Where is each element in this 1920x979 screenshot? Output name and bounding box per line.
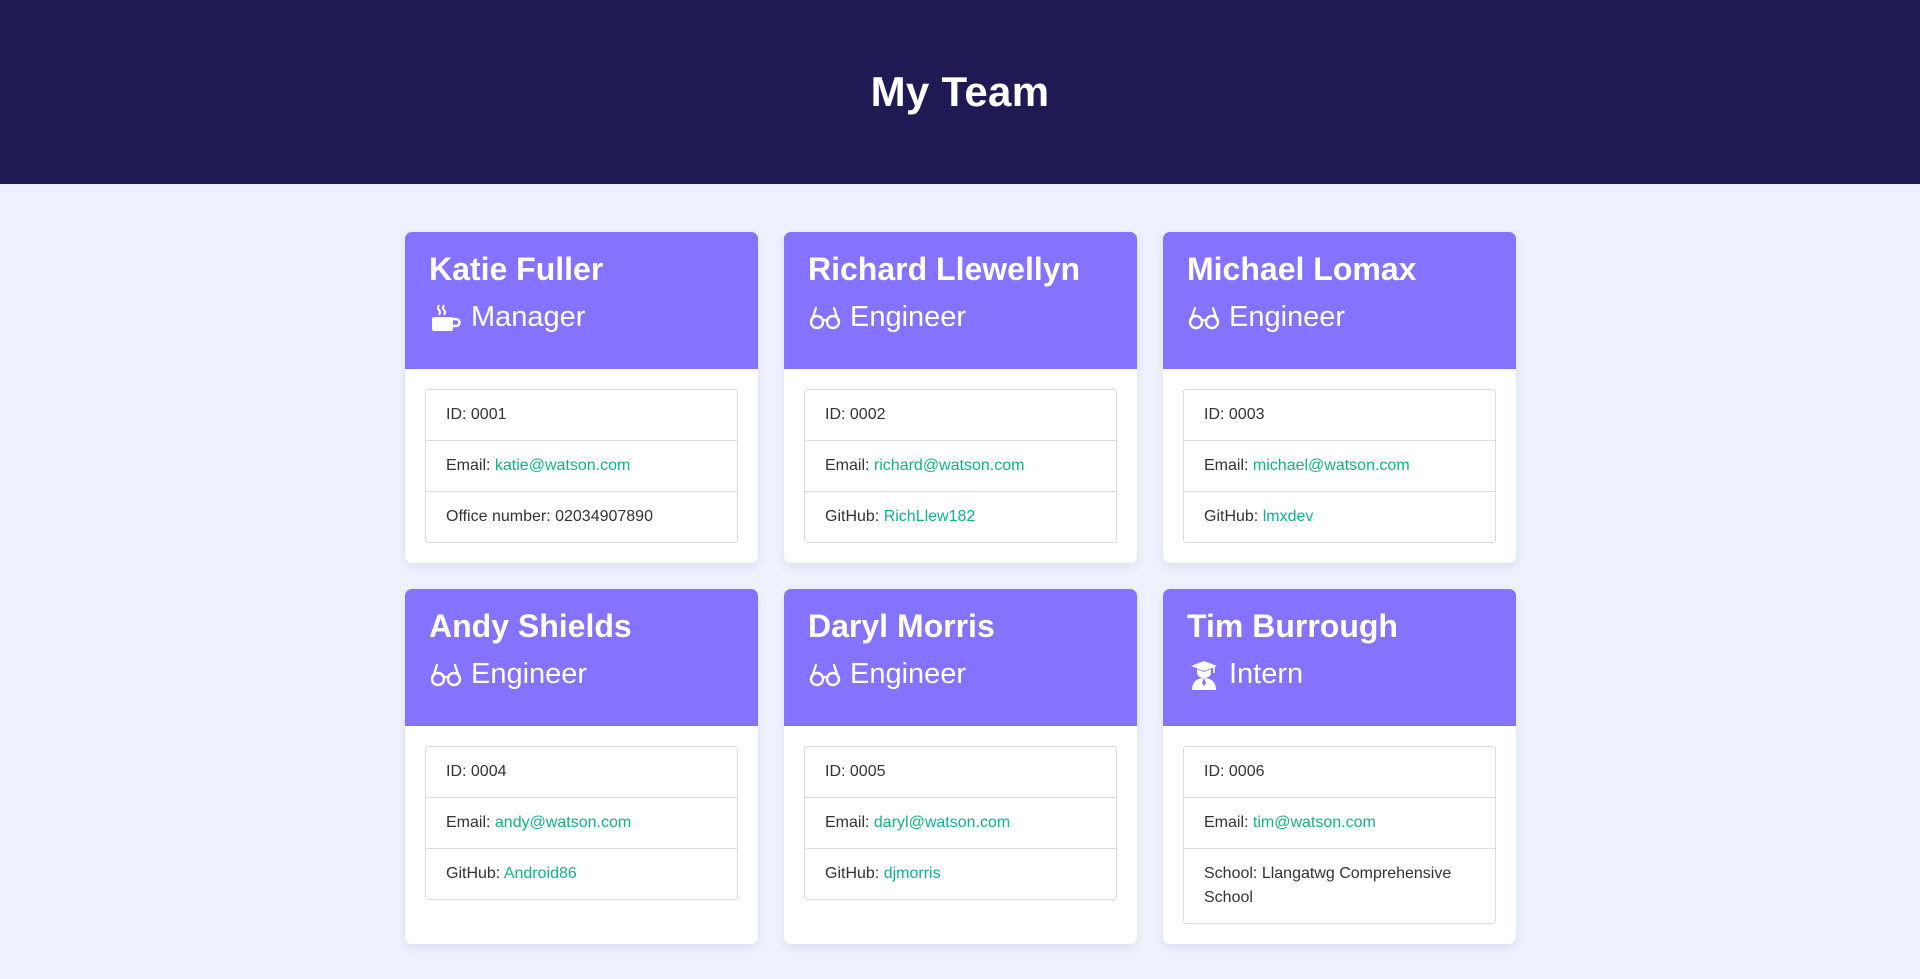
github-label: GitHub: (1204, 508, 1263, 525)
employee-card: Richard Llewellyn Engineer ID: 0002 Emai… (784, 232, 1137, 563)
email-link[interactable]: tim@watson.com (1253, 814, 1376, 831)
info-list: ID: 0001 Email: katie@watson.com Office … (425, 389, 738, 543)
employee-name: Tim Burrough (1187, 608, 1398, 644)
role-label: Manager (471, 301, 586, 334)
github-row: GitHub: Android86 (426, 848, 737, 899)
github-row: GitHub: lmxdev (1184, 491, 1495, 542)
school-label: School: (1204, 865, 1262, 882)
github-label: GitHub: (446, 865, 504, 882)
id-row: ID: 0005 (805, 747, 1116, 797)
glasses-icon (808, 303, 842, 333)
email-link[interactable]: richard@watson.com (874, 457, 1025, 474)
id-label: ID: (825, 763, 850, 780)
office-number-row: Office number: 02034907890 (426, 491, 737, 542)
employee-role: Intern (1187, 658, 1492, 691)
employee-card: Katie Fuller Manager ID: 0001 Email: kat… (405, 232, 758, 563)
github-link[interactable]: Android86 (504, 865, 577, 882)
id-value: 0004 (470, 763, 507, 780)
github-label: GitHub: (825, 508, 884, 525)
employee-card: Daryl Morris Engineer ID: 0005 Email: da… (784, 589, 1137, 944)
email-row: Email: michael@watson.com (1184, 440, 1495, 491)
employee-name: Michael Lomax (1187, 251, 1417, 287)
role-label: Engineer (850, 658, 967, 691)
email-row: Email: andy@watson.com (426, 797, 737, 848)
employee-name: Andy Shields (429, 608, 632, 644)
id-row: ID: 0001 (426, 390, 737, 440)
info-list: ID: 0004 Email: andy@watson.com GitHub: … (425, 746, 738, 900)
role-label: Engineer (471, 658, 588, 691)
employee-role: Manager (429, 301, 734, 334)
email-row: Email: tim@watson.com (1184, 797, 1495, 848)
id-label: ID: (1204, 763, 1229, 780)
role-label: Engineer (1229, 301, 1346, 334)
team-grid: Katie Fuller Manager ID: 0001 Email: kat… (405, 232, 1516, 944)
info-list: ID: 0006 Email: tim@watson.com School: L… (1183, 746, 1496, 924)
employee-role: Engineer (1187, 301, 1492, 334)
id-label: ID: (825, 406, 850, 423)
email-link[interactable]: andy@watson.com (495, 814, 631, 831)
id-value: 0002 (849, 406, 886, 423)
glasses-icon (1187, 303, 1221, 333)
card-header: Katie Fuller Manager (405, 232, 758, 369)
id-value: 0003 (1228, 406, 1265, 423)
employee-role: Engineer (429, 658, 734, 691)
email-label: Email: (825, 457, 874, 474)
email-label: Email: (825, 814, 874, 831)
employee-card: Michael Lomax Engineer ID: 0003 Email: m… (1163, 232, 1516, 563)
card-header: Tim Burrough Intern (1163, 589, 1516, 726)
email-link[interactable]: katie@watson.com (495, 457, 630, 474)
page-title: My Team (870, 68, 1050, 115)
employee-name: Richard Llewellyn (808, 251, 1081, 287)
school-row: School: Llangatwg Comprehensive School (1184, 848, 1495, 923)
employee-name: Daryl Morris (808, 608, 995, 644)
github-row: GitHub: djmorris (805, 848, 1116, 899)
card-header: Michael Lomax Engineer (1163, 232, 1516, 369)
employee-role: Engineer (808, 301, 1113, 334)
card-header: Richard Llewellyn Engineer (784, 232, 1137, 369)
id-row: ID: 0004 (426, 747, 737, 797)
employee-card: Tim Burrough Intern ID: 0006 Email: tim@… (1163, 589, 1516, 944)
role-label: Intern (1229, 658, 1304, 691)
info-list: ID: 0003 Email: michael@watson.com GitHu… (1183, 389, 1496, 543)
glasses-icon (429, 660, 463, 690)
github-row: GitHub: RichLlew182 (805, 491, 1116, 542)
info-list: ID: 0002 Email: richard@watson.com GitHu… (804, 389, 1117, 543)
id-row: ID: 0003 (1184, 390, 1495, 440)
office-number-label: Office number: (446, 508, 556, 525)
glasses-icon (808, 660, 842, 690)
id-label: ID: (446, 406, 471, 423)
coffee-mug-icon (429, 303, 463, 333)
id-value: 0001 (470, 406, 507, 423)
email-row: Email: daryl@watson.com (805, 797, 1116, 848)
role-label: Engineer (850, 301, 967, 334)
card-header: Andy Shields Engineer (405, 589, 758, 726)
id-label: ID: (446, 763, 471, 780)
email-label: Email: (446, 814, 495, 831)
github-link[interactable]: RichLlew182 (884, 508, 976, 525)
office-number-value: 02034907890 (555, 508, 653, 525)
card-header: Daryl Morris Engineer (784, 589, 1137, 726)
graduate-icon (1187, 660, 1221, 690)
id-value: 0005 (849, 763, 886, 780)
id-row: ID: 0002 (805, 390, 1116, 440)
employee-role: Engineer (808, 658, 1113, 691)
email-link[interactable]: daryl@watson.com (874, 814, 1010, 831)
employee-card: Andy Shields Engineer ID: 0004 Email: an… (405, 589, 758, 944)
email-link[interactable]: michael@watson.com (1253, 457, 1410, 474)
github-link[interactable]: lmxdev (1263, 508, 1314, 525)
employee-name: Katie Fuller (429, 251, 604, 287)
email-label: Email: (446, 457, 495, 474)
id-label: ID: (1204, 406, 1229, 423)
info-list: ID: 0005 Email: daryl@watson.com GitHub:… (804, 746, 1117, 900)
email-label: Email: (1204, 457, 1253, 474)
email-label: Email: (1204, 814, 1253, 831)
github-label: GitHub: (825, 865, 884, 882)
email-row: Email: katie@watson.com (426, 440, 737, 491)
id-row: ID: 0006 (1184, 747, 1495, 797)
github-link[interactable]: djmorris (884, 865, 941, 882)
email-row: Email: richard@watson.com (805, 440, 1116, 491)
id-value: 0006 (1228, 763, 1265, 780)
page-header: My Team (0, 0, 1920, 184)
